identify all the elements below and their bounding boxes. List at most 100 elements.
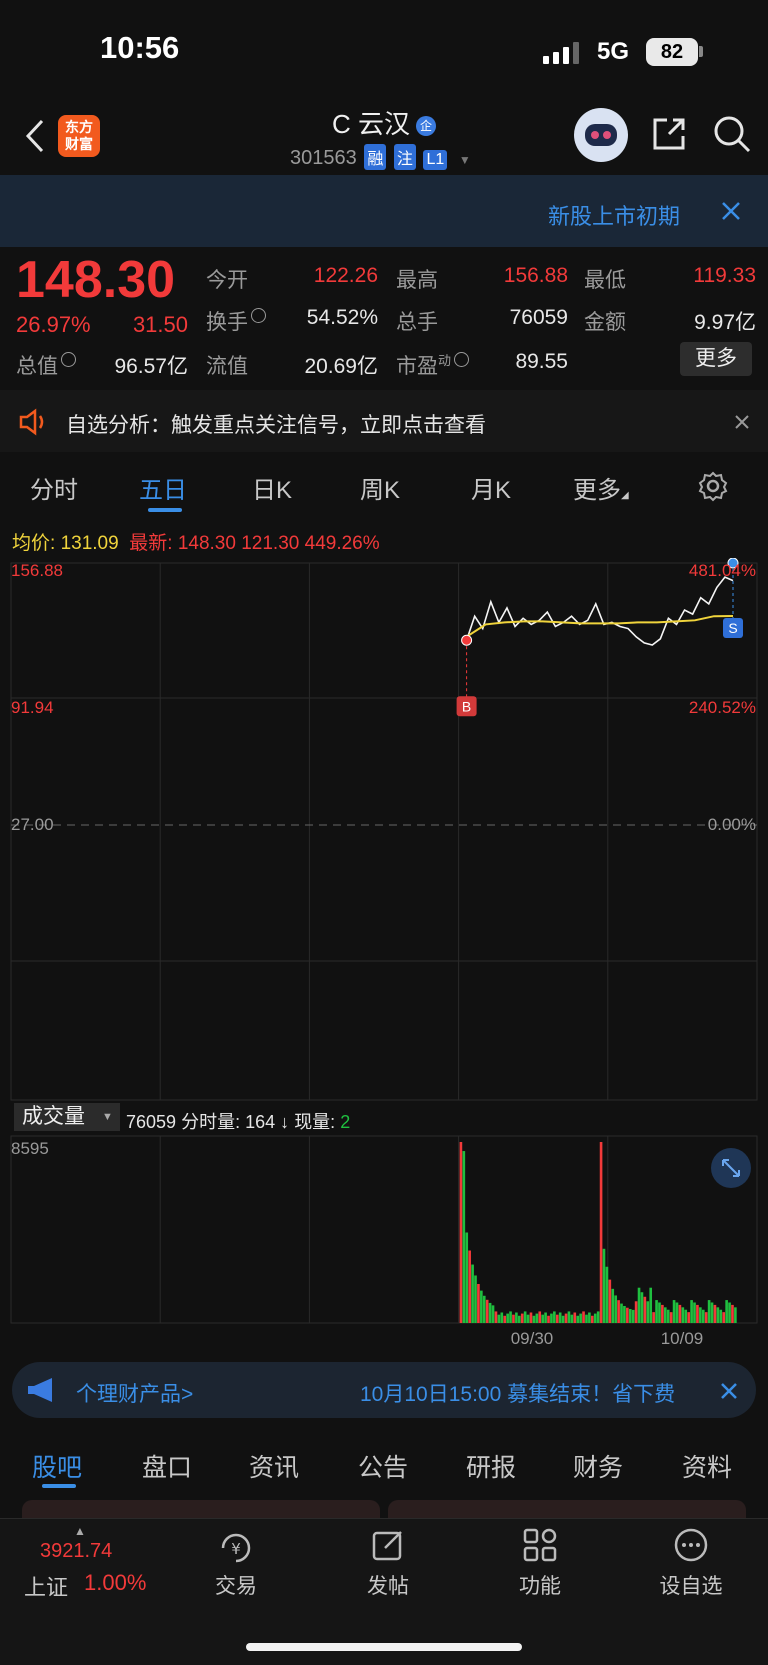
volume-bar bbox=[640, 1292, 644, 1323]
volume-bar bbox=[602, 1248, 606, 1323]
add-watchlist-button[interactable]: 设自选 bbox=[646, 1570, 736, 1600]
add-watchlist-icon[interactable] bbox=[673, 1527, 709, 1563]
latest-label: 最新: bbox=[129, 533, 173, 554]
trade-icon[interactable]: ¥ bbox=[217, 1530, 255, 1566]
tab-intraday[interactable]: 分时 bbox=[30, 470, 78, 505]
volume-bar bbox=[477, 1283, 480, 1323]
volume-bar bbox=[634, 1301, 638, 1323]
volume-bar bbox=[555, 1314, 559, 1323]
volume-panel-border bbox=[10, 1135, 758, 1324]
volume-bar bbox=[523, 1311, 527, 1323]
volume-total: 76059 bbox=[126, 1112, 177, 1132]
latest-pct: 449.26% bbox=[304, 533, 380, 554]
gear-icon[interactable] bbox=[697, 470, 729, 502]
volume-bar bbox=[585, 1314, 588, 1323]
volume-bar bbox=[661, 1304, 664, 1323]
index-name[interactable]: 上证 bbox=[24, 1570, 68, 1602]
volume-bar bbox=[734, 1307, 737, 1323]
current-volume-value: 2 bbox=[340, 1112, 351, 1132]
y-left-tick: 156.88 bbox=[11, 561, 63, 580]
more-button[interactable]: 更多 bbox=[680, 342, 752, 376]
speaker-icon bbox=[19, 408, 44, 436]
tab-order-book[interactable]: 盘口 bbox=[142, 1448, 192, 1484]
volume-max-tick: 8595 bbox=[11, 1139, 49, 1158]
functions-button[interactable]: 功能 bbox=[495, 1570, 585, 1600]
tab-financials[interactable]: 财务 bbox=[573, 1448, 623, 1484]
alert-text[interactable]: 自选分析：触发重点关注信号，立即点击查看 bbox=[66, 409, 486, 439]
volume-bar bbox=[553, 1311, 556, 1323]
y-left-tick: 27.00 bbox=[11, 815, 54, 834]
index-percent[interactable]: 1.00% bbox=[84, 1570, 146, 1596]
tab-profile[interactable]: 资料 bbox=[682, 1448, 732, 1484]
y-right-tick: 481.04% bbox=[689, 561, 756, 580]
volume-value: 76059 bbox=[509, 306, 568, 329]
volume-bar bbox=[567, 1311, 571, 1323]
open-value: 122.26 bbox=[313, 264, 378, 287]
card-preview bbox=[22, 1500, 380, 1518]
market-cap-value: 96.57亿 bbox=[114, 355, 188, 378]
latest-change: 121.30 bbox=[241, 533, 300, 554]
index-value[interactable]: 3921.74 bbox=[40, 1540, 112, 1563]
close-icon[interactable] bbox=[720, 1382, 738, 1400]
volume-bar bbox=[713, 1304, 717, 1323]
price-line bbox=[465, 576, 734, 646]
tab-announcements[interactable]: 公告 bbox=[358, 1448, 408, 1484]
expand-button[interactable] bbox=[711, 1148, 751, 1188]
tab-weekly-k[interactable]: 周K bbox=[360, 470, 400, 505]
volume-bar bbox=[599, 1142, 603, 1323]
assistant-avatar[interactable] bbox=[574, 108, 628, 162]
volume-bar bbox=[684, 1309, 688, 1323]
battery-tip bbox=[699, 46, 703, 57]
volume-bar bbox=[468, 1250, 471, 1323]
tab-daily-k[interactable]: 日K bbox=[252, 470, 292, 505]
volume-bar bbox=[576, 1315, 580, 1323]
tab-more[interactable]: 更多◢ bbox=[573, 470, 629, 505]
latest-value: 148.30 bbox=[177, 533, 236, 554]
robot-icon bbox=[585, 124, 617, 146]
tab-research[interactable]: 研报 bbox=[466, 1448, 516, 1484]
volume-bar bbox=[591, 1315, 594, 1323]
share-icon[interactable] bbox=[651, 116, 687, 152]
tab-forum[interactable]: 股吧 bbox=[32, 1448, 82, 1484]
search-icon[interactable] bbox=[712, 114, 752, 154]
info-icon[interactable] bbox=[454, 352, 470, 367]
close-icon[interactable] bbox=[734, 414, 750, 430]
stock-code-row[interactable]: 301563 融 注 L1 ▼ bbox=[290, 144, 471, 170]
volume-bar bbox=[664, 1307, 667, 1323]
promo-left-text[interactable]: 个理财产品> bbox=[76, 1378, 193, 1408]
volume-bar bbox=[693, 1302, 696, 1323]
trade-button[interactable]: 交易 bbox=[191, 1570, 281, 1600]
banner-text[interactable]: 新股上市初期 bbox=[548, 199, 680, 231]
volume-selector[interactable]: 成交量 ▼ bbox=[14, 1103, 120, 1131]
y-right-tick: 240.52% bbox=[689, 698, 756, 717]
promo-right-text[interactable]: 10月10日15:00 募集结束！省下费 bbox=[360, 1378, 675, 1408]
open-label: 今开 bbox=[206, 269, 248, 292]
up-arrow-icon: ▲ bbox=[74, 1524, 86, 1538]
volume-bar bbox=[541, 1314, 544, 1323]
info-icon[interactable] bbox=[251, 308, 266, 323]
close-icon[interactable] bbox=[720, 200, 742, 222]
pe-label: 市盈动 bbox=[396, 350, 470, 380]
volume-bar bbox=[485, 1299, 489, 1323]
post-button[interactable]: 发帖 bbox=[343, 1570, 433, 1600]
functions-icon[interactable] bbox=[523, 1528, 557, 1562]
tag-level1: L1 bbox=[423, 150, 448, 170]
volume-bar bbox=[716, 1307, 720, 1323]
tab-five-day[interactable]: 五日 bbox=[139, 470, 187, 505]
info-icon[interactable] bbox=[61, 352, 76, 367]
volume-bar bbox=[719, 1309, 723, 1323]
tab-news[interactable]: 资讯 bbox=[249, 1448, 299, 1484]
volume-bar bbox=[497, 1314, 501, 1323]
volume-bar bbox=[614, 1295, 617, 1323]
volume-bar bbox=[710, 1302, 714, 1323]
volume-bar bbox=[515, 1312, 518, 1323]
five-day-chart[interactable]: BS 156.88 91.94 27.00 481.04% 240.52% 0.… bbox=[0, 558, 768, 1348]
chevron-down-icon: ▼ bbox=[458, 153, 471, 167]
volume-bar bbox=[669, 1312, 673, 1323]
volume-bar bbox=[573, 1312, 577, 1323]
tab-monthly-k[interactable]: 月K bbox=[471, 470, 511, 505]
tab-more-label: 更多 bbox=[573, 477, 621, 504]
volume-bar bbox=[547, 1315, 550, 1323]
post-icon[interactable] bbox=[371, 1528, 407, 1564]
volume-bar bbox=[646, 1301, 650, 1323]
